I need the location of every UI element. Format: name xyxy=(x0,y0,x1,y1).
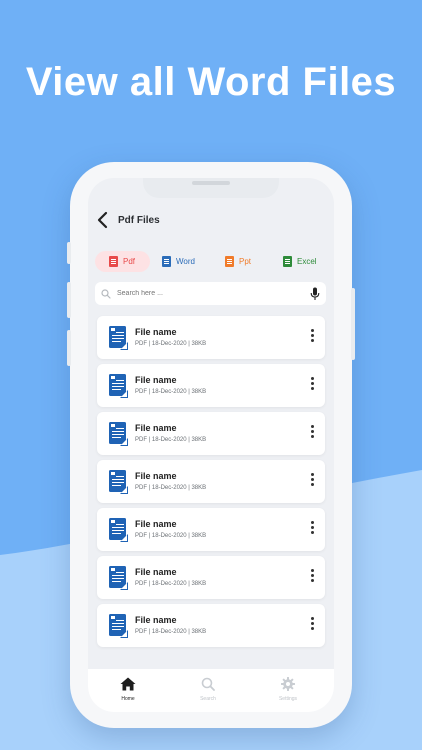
file-list-item[interactable]: File name PDF | 18-Dec-2020 | 38KB xyxy=(97,316,325,359)
tab-ppt-label: Ppt xyxy=(239,257,252,266)
nav-search[interactable]: Search xyxy=(183,677,233,702)
tab-pdf-label: Pdf xyxy=(123,257,136,266)
file-list-item[interactable]: File name PDF | 18-Dec-2020 | 38KB xyxy=(97,556,325,599)
word-document-icon xyxy=(109,422,128,446)
phone-volume-up-button xyxy=(67,282,71,318)
tab-ppt[interactable]: Ppt xyxy=(225,251,270,272)
file-list-item[interactable]: File name PDF | 18-Dec-2020 | 38KB xyxy=(97,604,325,647)
word-document-icon xyxy=(109,566,128,590)
file-list-item[interactable]: File name PDF | 18-Dec-2020 | 38KB xyxy=(97,460,325,503)
phone-mute-button xyxy=(67,242,71,264)
more-options-icon[interactable] xyxy=(308,617,316,633)
phone-power-button xyxy=(351,288,355,360)
more-options-icon[interactable] xyxy=(308,425,316,441)
file-meta: PDF | 18-Dec-2020 | 38KB xyxy=(135,341,207,347)
file-type-tabs: Pdf Word Ppt Excel xyxy=(95,251,328,273)
nav-home-label: Home xyxy=(121,696,135,702)
file-meta: PDF | 18-Dec-2020 | 38KB xyxy=(135,437,207,443)
gear-icon xyxy=(281,677,295,691)
file-name: File name xyxy=(135,375,177,385)
more-options-icon[interactable] xyxy=(308,569,316,585)
file-name: File name xyxy=(135,615,177,625)
phone-volume-down-button xyxy=(67,330,71,366)
file-meta: PDF | 18-Dec-2020 | 38KB xyxy=(135,389,207,395)
tab-word-label: Word xyxy=(176,257,195,266)
page-title: Pdf Files xyxy=(118,214,160,226)
file-name: File name xyxy=(135,567,177,577)
nav-home[interactable]: Home xyxy=(103,677,153,702)
word-document-icon xyxy=(109,374,128,398)
tab-excel[interactable]: Excel xyxy=(283,251,328,272)
excel-file-icon xyxy=(283,256,292,267)
microphone-icon[interactable] xyxy=(310,287,320,301)
promo-headline: View all Word Files xyxy=(25,60,397,104)
home-icon xyxy=(120,677,136,691)
word-document-icon xyxy=(109,614,128,638)
phone-speaker xyxy=(192,181,230,185)
file-name: File name xyxy=(135,519,177,529)
more-options-icon[interactable] xyxy=(308,473,316,489)
search-bar xyxy=(95,282,326,305)
file-meta: PDF | 18-Dec-2020 | 38KB xyxy=(135,581,207,587)
pdf-file-icon xyxy=(109,256,118,267)
file-meta: PDF | 18-Dec-2020 | 38KB xyxy=(135,533,207,539)
more-options-icon[interactable] xyxy=(308,329,316,345)
search-icon xyxy=(101,288,111,299)
back-arrow-icon[interactable] xyxy=(96,211,110,229)
file-list-item[interactable]: File name PDF | 18-Dec-2020 | 38KB xyxy=(97,412,325,455)
search-input[interactable] xyxy=(117,290,297,297)
file-list-item[interactable]: File name PDF | 18-Dec-2020 | 38KB xyxy=(97,364,325,407)
word-file-icon xyxy=(162,256,171,267)
search-icon xyxy=(201,677,215,691)
tab-excel-label: Excel xyxy=(297,257,317,266)
file-name: File name xyxy=(135,471,177,481)
nav-settings-label: Settings xyxy=(278,696,298,702)
more-options-icon[interactable] xyxy=(308,377,316,393)
word-document-icon xyxy=(109,518,128,542)
file-name: File name xyxy=(135,423,177,433)
ppt-file-icon xyxy=(225,256,234,267)
nav-settings[interactable]: Settings xyxy=(263,677,313,702)
file-meta: PDF | 18-Dec-2020 | 38KB xyxy=(135,485,207,491)
tab-word[interactable]: Word xyxy=(162,251,212,272)
file-name: File name xyxy=(135,327,177,337)
word-document-icon xyxy=(109,470,128,494)
app-header: Pdf Files xyxy=(96,210,160,230)
word-document-icon xyxy=(109,326,128,350)
file-list-item[interactable]: File name PDF | 18-Dec-2020 | 38KB xyxy=(97,508,325,551)
file-meta: PDF | 18-Dec-2020 | 38KB xyxy=(135,629,207,635)
nav-search-label: Search xyxy=(200,696,216,702)
more-options-icon[interactable] xyxy=(308,521,316,537)
tab-pdf[interactable]: Pdf xyxy=(95,251,150,272)
